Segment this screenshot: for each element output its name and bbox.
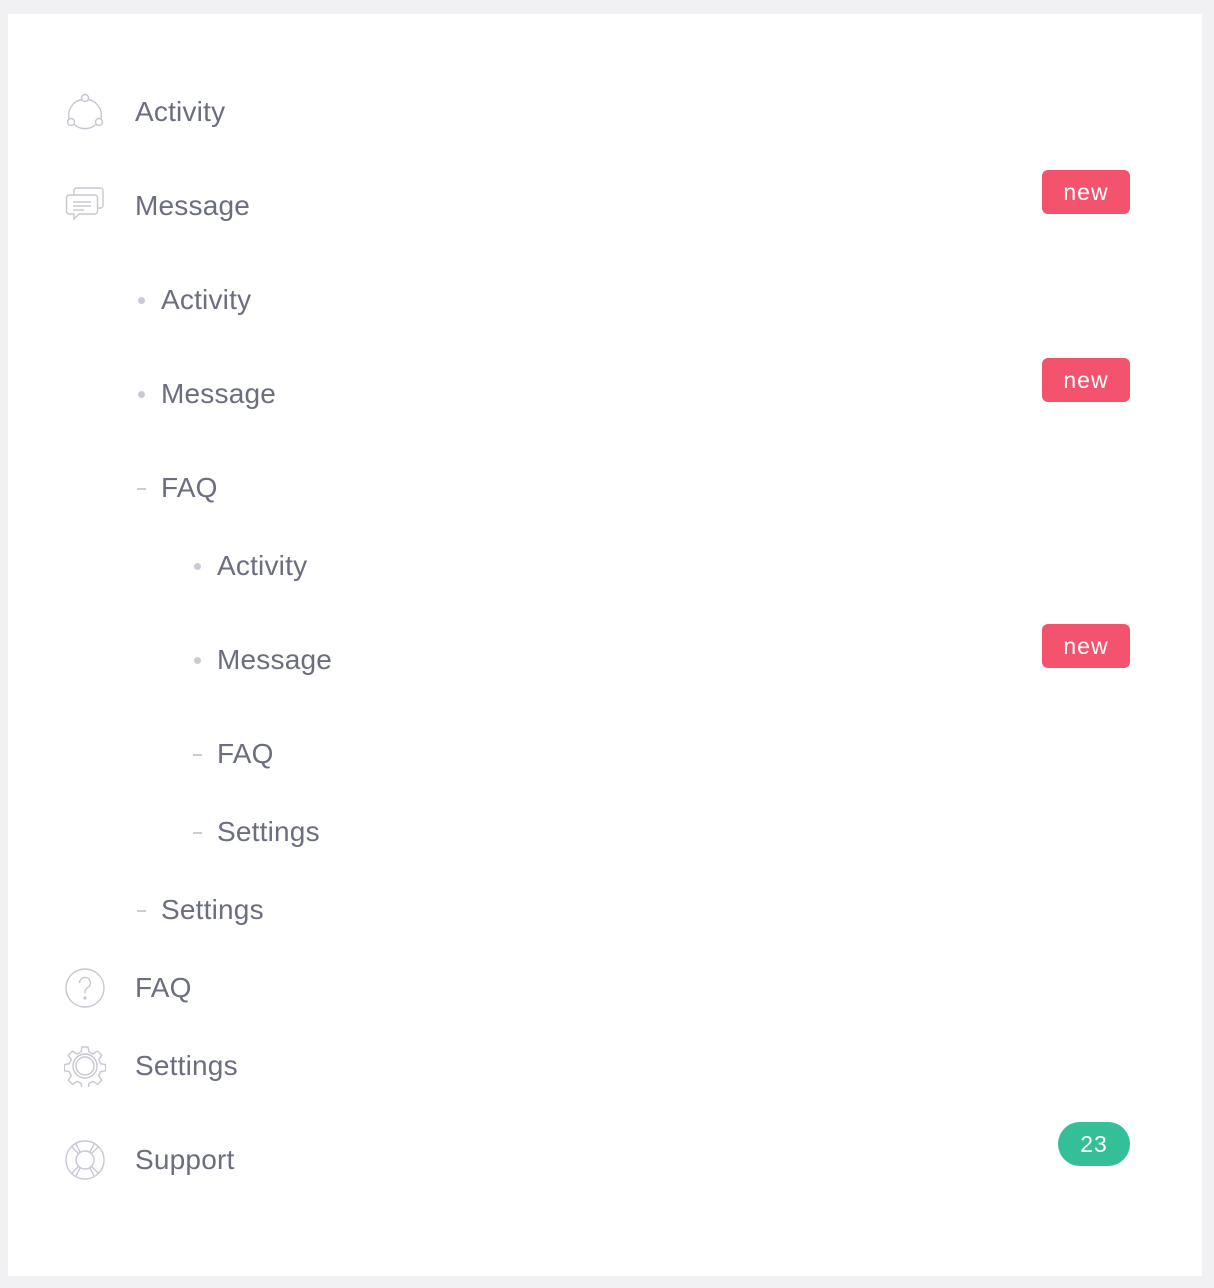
message-icon xyxy=(64,185,106,227)
gear-icon xyxy=(64,1045,106,1087)
subsubmenu-item-activity[interactable]: Activity xyxy=(8,536,1202,596)
menu-label: FAQ xyxy=(135,972,192,1003)
bullet-icon xyxy=(194,563,201,570)
bullet-icon xyxy=(194,657,201,664)
submenu-item-message[interactable]: Message new xyxy=(8,358,1202,424)
nav-menu: Activity Message new Activity Message ne… xyxy=(8,14,1202,1276)
bullet-icon xyxy=(138,391,145,398)
submenu-label: Activity xyxy=(161,284,252,315)
new-badge: new xyxy=(1042,624,1130,668)
activity-icon xyxy=(64,91,106,133)
submenu-label: FAQ xyxy=(161,472,218,503)
menu-item-activity[interactable]: Activity xyxy=(8,82,1202,142)
new-badge: new xyxy=(1042,358,1130,402)
submenu-item-settings[interactable]: Settings xyxy=(8,880,1202,940)
question-icon xyxy=(64,967,106,1009)
menu-label: Support xyxy=(135,1144,235,1175)
count-badge: 23 xyxy=(1058,1122,1130,1166)
new-badge: new xyxy=(1042,170,1130,214)
menu-label: Message xyxy=(135,190,251,221)
menu-item-settings[interactable]: Settings xyxy=(8,1036,1202,1096)
subsubmenu-label: Activity xyxy=(217,550,308,581)
menu-label: Activity xyxy=(135,96,226,127)
collapse-dash-icon xyxy=(193,832,202,834)
subsubmenu-label: FAQ xyxy=(217,738,274,769)
subsubmenu-label: Settings xyxy=(217,816,320,847)
subsubmenu-item-message[interactable]: Message new xyxy=(8,624,1202,690)
collapse-dash-icon xyxy=(193,754,202,756)
menu-label: Settings xyxy=(135,1050,238,1081)
subsubmenu-label: Message xyxy=(217,644,333,675)
submenu-item-faq[interactable]: FAQ xyxy=(8,458,1202,518)
collapse-dash-icon xyxy=(137,910,146,912)
menu-item-message[interactable]: Message new xyxy=(8,170,1202,236)
menu-item-support[interactable]: Support 23 xyxy=(8,1122,1202,1190)
menu-item-faq[interactable]: FAQ xyxy=(8,958,1202,1018)
bullet-icon xyxy=(138,297,145,304)
collapse-dash-icon xyxy=(137,488,146,490)
subsubmenu-item-faq[interactable]: FAQ xyxy=(8,724,1202,784)
lifebuoy-icon xyxy=(64,1139,106,1181)
subsubmenu-item-settings[interactable]: Settings xyxy=(8,802,1202,862)
submenu-item-activity[interactable]: Activity xyxy=(8,270,1202,330)
submenu-label: Settings xyxy=(161,894,264,925)
submenu-label: Message xyxy=(161,378,277,409)
